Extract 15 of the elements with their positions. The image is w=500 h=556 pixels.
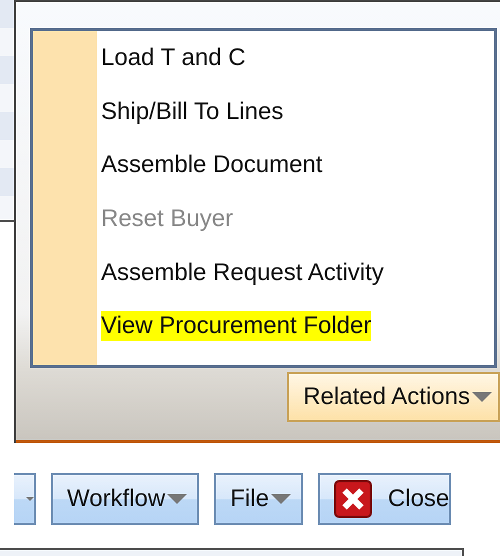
close-button[interactable]: Close [318,473,452,525]
menu-item[interactable]: Assemble Document [101,150,322,180]
menu-item[interactable]: Assemble Request Activity [101,258,384,288]
dropdown-button[interactable]: File [214,473,303,525]
caret-icon [167,494,188,504]
dropdown-button[interactable] [14,473,36,525]
caret-icon [270,494,291,504]
menu-item[interactable]: Load T and C [101,43,246,73]
caret-icon [472,392,492,402]
related-actions-button[interactable]: Related Actions [287,372,500,422]
close-icon [334,480,372,518]
caret-icon [26,494,34,504]
menu-item[interactable]: Ship/Bill To Lines [101,96,284,127]
dropdown-button[interactable]: Workflow [51,473,200,525]
menu-item[interactable]: View Procurement Folder [101,311,372,342]
